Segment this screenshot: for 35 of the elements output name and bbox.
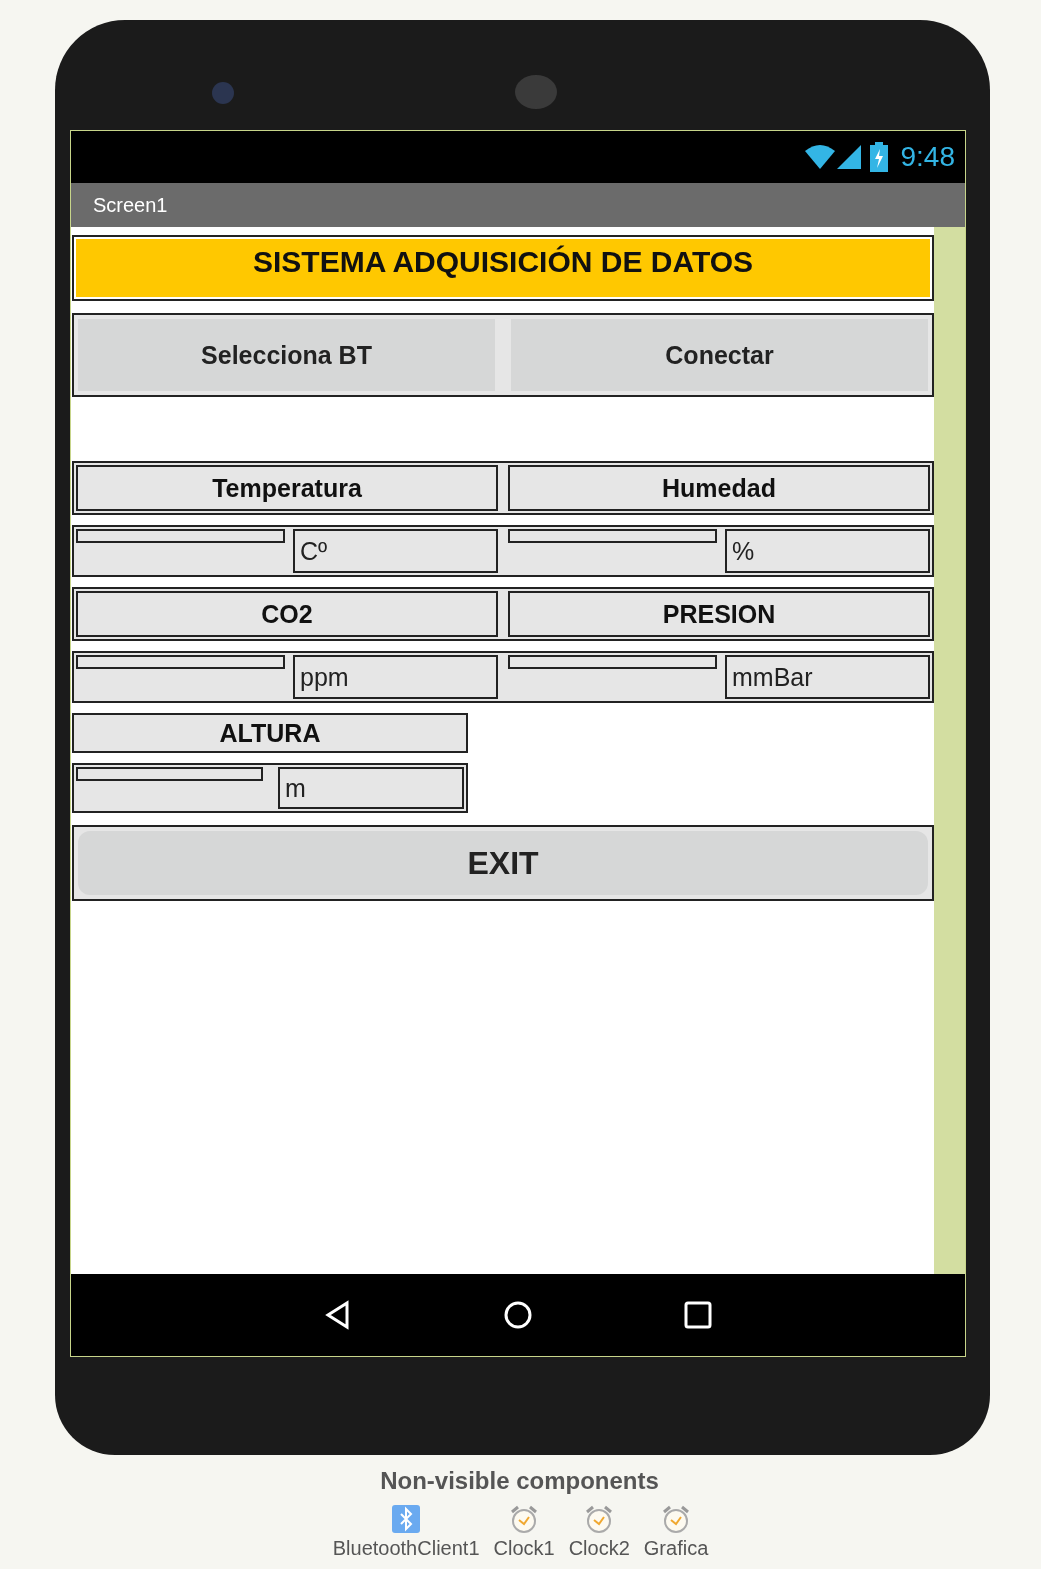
- sensor-label: CO2: [76, 591, 498, 637]
- app-button[interactable]: Conectar: [511, 319, 928, 391]
- alarm-clock-icon[interactable]: [584, 1505, 615, 1533]
- section-title: Non-visible components: [380, 1467, 659, 1495]
- app-button[interactable]: Selecciona BT: [78, 319, 495, 391]
- alarm-clock-icon[interactable]: [661, 1505, 692, 1533]
- camera-icon: [212, 82, 234, 104]
- sensor-label: Temperatura: [76, 465, 498, 511]
- component-name[interactable]: Grafica: [643, 1537, 709, 1560]
- sensor-label: Humedad: [508, 465, 930, 511]
- unit-field[interactable]: mmBar: [725, 655, 930, 699]
- component-name[interactable]: Clock1: [493, 1537, 555, 1560]
- unit-field[interactable]: %: [725, 529, 930, 573]
- header-title: SISTEMA ADQUISICIÓN DE DATOS: [76, 239, 930, 297]
- value-field[interactable]: [76, 767, 263, 781]
- unit-field[interactable]: Cº: [293, 529, 498, 573]
- wifi-signal-icon: [804, 143, 863, 171]
- recents-icon[interactable]: [683, 1300, 713, 1330]
- value-field[interactable]: [76, 529, 285, 543]
- alarm-clock-icon[interactable]: [509, 1505, 540, 1533]
- screen-title: Screen1: [93, 193, 168, 217]
- value-field[interactable]: [76, 655, 285, 669]
- component-name[interactable]: Clock2: [568, 1537, 630, 1560]
- home-icon[interactable]: [503, 1300, 533, 1330]
- value-field[interactable]: [508, 655, 717, 669]
- unit-field[interactable]: ppm: [293, 655, 498, 699]
- speaker-icon: [515, 75, 557, 109]
- exit-button[interactable]: EXIT: [78, 831, 928, 895]
- value-field[interactable]: [508, 529, 717, 543]
- sensor-label: PRESION: [508, 591, 930, 637]
- unit-field[interactable]: m: [278, 767, 464, 809]
- sensor-label: ALTURA: [72, 713, 468, 753]
- battery-icon: [868, 142, 889, 172]
- status-time: 9:48: [900, 141, 955, 173]
- component-name[interactable]: BluetoothClient1: [332, 1537, 480, 1560]
